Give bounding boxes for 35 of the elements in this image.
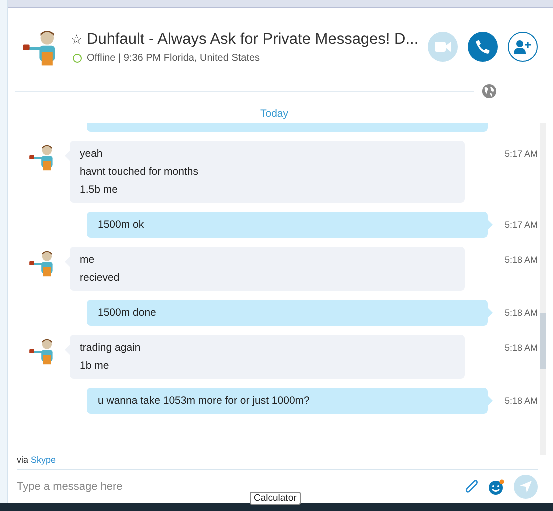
add-contact-icon [514,40,532,54]
globe-icon[interactable] [482,84,497,98]
skype-link[interactable]: Skype [31,455,56,465]
phone-icon [476,40,490,54]
emoticon-icon[interactable] [488,478,505,494]
message-time: 5:18 AM [504,308,538,318]
tooltip: Calculator [250,492,301,505]
message-text: 1500m ok [98,219,146,231]
message-time: 5:17 AM [504,149,538,159]
send-icon [520,480,532,492]
message-time: 5:17 AM [504,220,538,230]
via-label: via [17,455,29,465]
add-contact-button[interactable] [508,32,538,62]
message-text: havnt touched for months [80,166,200,178]
contact-name: Duhfault - Always Ask for Private Messages! D... [87,30,419,48]
message-text: 1b me [80,360,110,372]
paperclip-icon[interactable] [465,478,479,494]
message-text: yeah [80,148,104,160]
message-input[interactable]: Type a message here [17,480,465,492]
contact-status: Offline | 9:36 PM Florida, United States [87,52,260,64]
call-button[interactable] [468,32,498,62]
message-text: u wanna take 1053m more for or just 1000m? [98,395,311,407]
message-text: me [80,254,96,266]
message-time: 5:18 AM [504,343,538,353]
message-text: 1.5b me [80,184,119,196]
video-camera-icon [435,41,451,53]
message-time: 5:18 AM [504,396,538,406]
message-text: recieved [80,272,121,284]
scrollbar-thumb[interactable] [540,313,546,369]
status-icon [73,54,82,62]
day-separator: Today [260,108,289,120]
message-time: 5:18 AM [504,255,538,265]
favorite-star-icon[interactable]: ☆ [71,32,83,47]
message-text: 1500m done [98,307,158,319]
message-text: trading again [80,342,142,354]
